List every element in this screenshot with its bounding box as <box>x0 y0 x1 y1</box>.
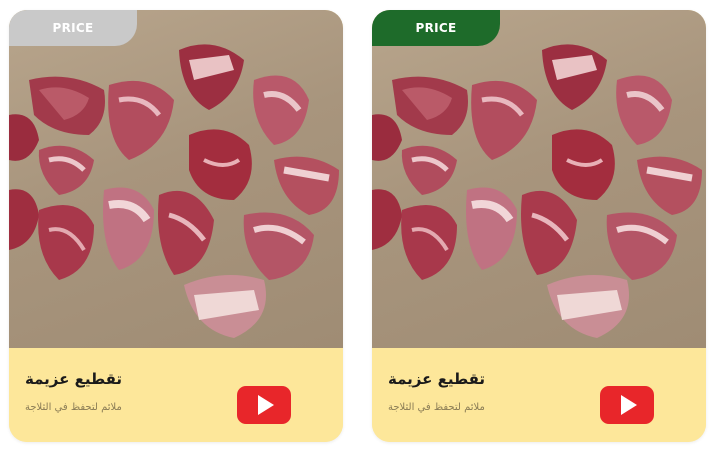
product-card[interactable]: PRICE تقطيع عزيمة ملائم لتحفظ في الثلاجة <box>9 10 343 442</box>
play-video-button[interactable] <box>600 386 654 424</box>
play-video-button[interactable] <box>237 386 291 424</box>
play-icon <box>258 395 274 415</box>
product-card[interactable]: PRICE تقطيع عزيمة ملائم لتحفظ في الثلاجة <box>372 10 706 442</box>
product-cards: PRICE تقطيع عزيمة ملائم لتحفظ في الثلاجة <box>0 0 717 456</box>
price-badge-label: PRICE <box>52 21 94 35</box>
meat-cuts-photo <box>9 10 343 348</box>
product-title: تقطيع عزيمة <box>25 370 122 388</box>
product-subtitle: ملائم لتحفظ في الثلاجة <box>25 402 122 413</box>
price-badge: PRICE <box>372 10 500 46</box>
product-title: تقطيع عزيمة <box>388 370 485 388</box>
play-icon <box>621 395 637 415</box>
product-subtitle: ملائم لتحفظ في الثلاجة <box>388 402 485 413</box>
price-badge: PRICE <box>9 10 137 46</box>
meat-cuts-photo <box>372 10 706 348</box>
meat-cuts-illustration <box>372 44 702 338</box>
card-info: تقطيع عزيمة ملائم لتحفظ في الثلاجة <box>372 348 706 442</box>
price-badge-label: PRICE <box>415 21 457 35</box>
meat-cuts-illustration <box>9 44 339 338</box>
card-info: تقطيع عزيمة ملائم لتحفظ في الثلاجة <box>9 348 343 442</box>
